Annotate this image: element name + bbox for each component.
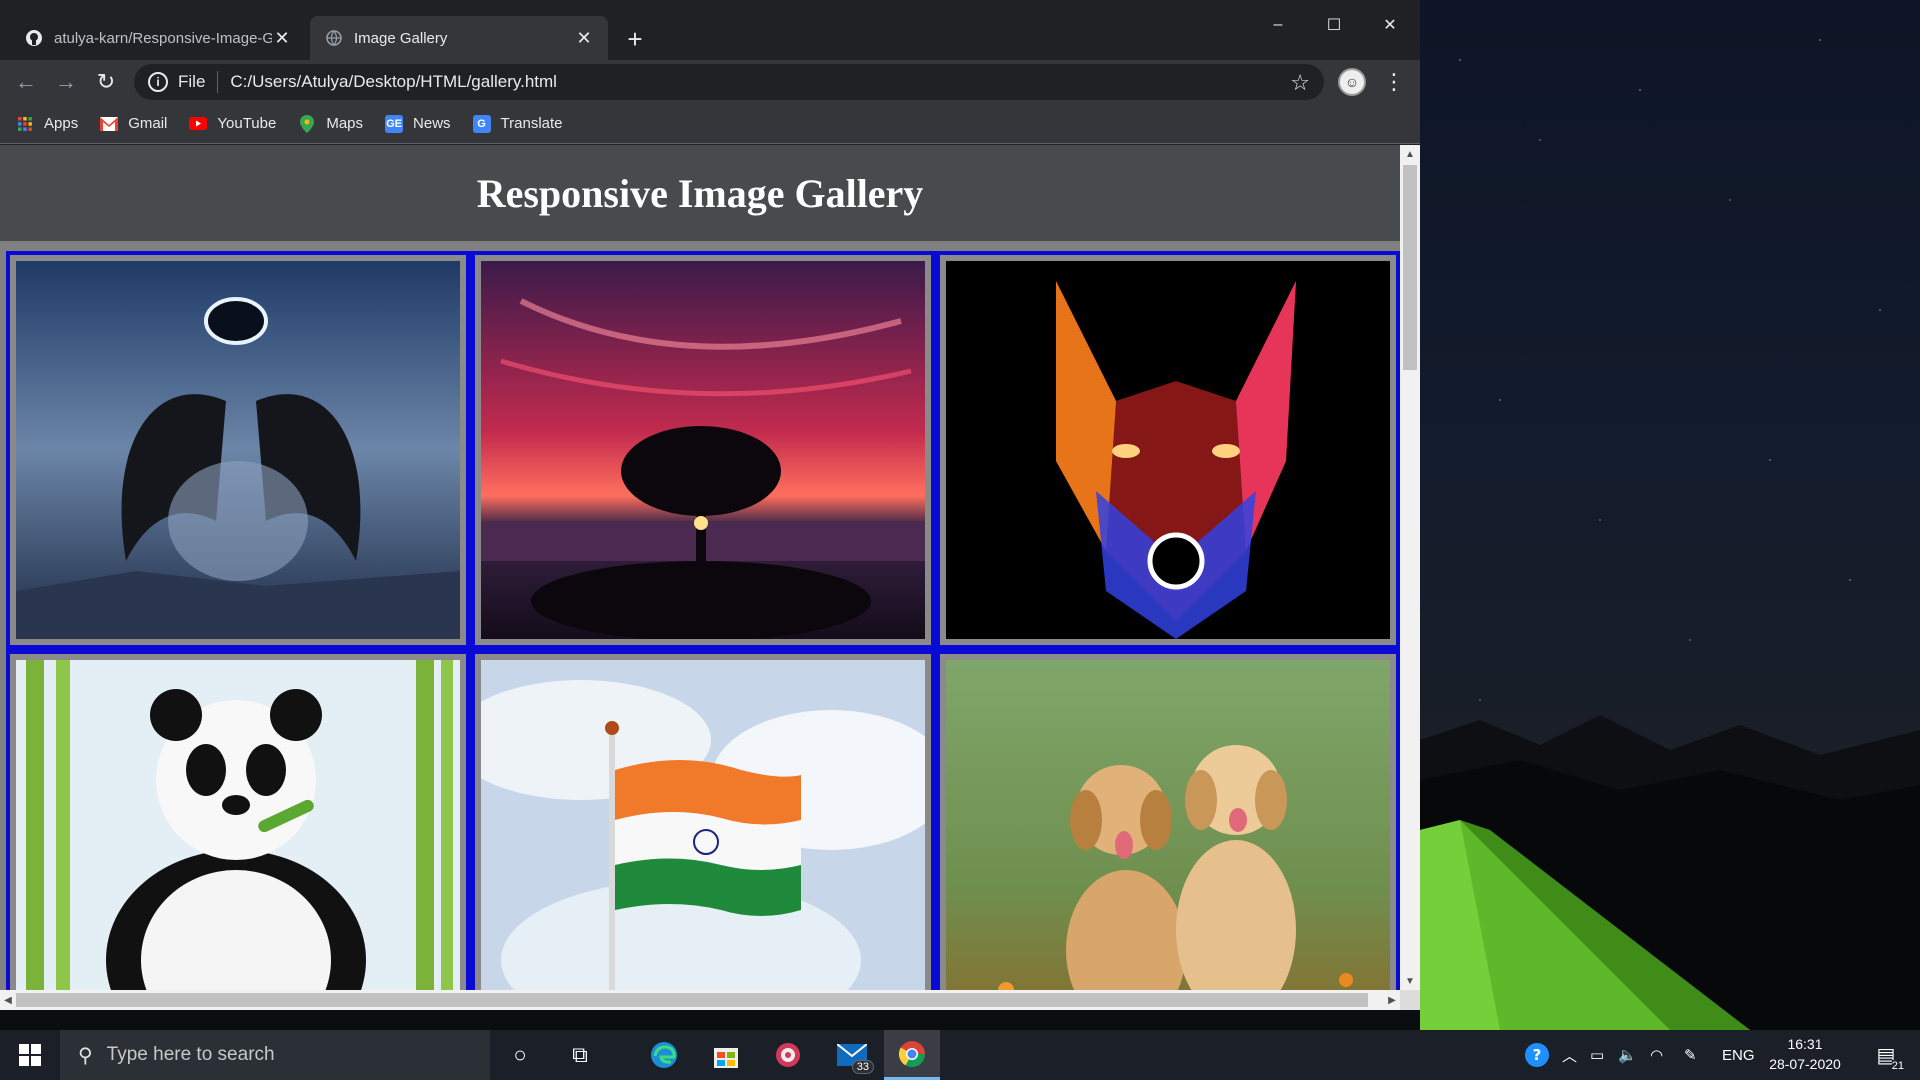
horizontal-scrollbar[interactable]: ◀ ▶ bbox=[0, 990, 1400, 1010]
gallery-item[interactable] bbox=[10, 654, 466, 1010]
tab-title: atulya-karn/Responsive-Image-G bbox=[54, 29, 272, 47]
gmail-icon bbox=[100, 115, 119, 133]
menu-kebab-icon[interactable]: ⋮ bbox=[1380, 66, 1408, 98]
flag-image bbox=[481, 660, 925, 1010]
bookmark-label: Translate bbox=[500, 115, 563, 132]
edge-icon[interactable] bbox=[636, 1030, 692, 1080]
clock-time: 16:31 bbox=[1787, 1036, 1823, 1052]
apps-grid-icon bbox=[16, 115, 34, 133]
mail-badge: 33 bbox=[851, 1060, 874, 1074]
starfield bbox=[1420, 0, 1920, 800]
bookmark-label: Maps bbox=[326, 115, 364, 132]
bookmark-apps[interactable]: Apps bbox=[16, 115, 78, 133]
chrome-icon[interactable] bbox=[884, 1030, 940, 1080]
bookmark-maps[interactable]: Maps bbox=[298, 114, 364, 133]
youtube-icon bbox=[189, 115, 208, 133]
svg-text:?: ? bbox=[1533, 1046, 1542, 1064]
scroll-thumb[interactable] bbox=[16, 993, 1368, 1007]
clock-date: 28-07-2020 bbox=[1769, 1056, 1841, 1072]
translate-icon: G bbox=[472, 114, 491, 133]
separator bbox=[217, 71, 219, 93]
profile-avatar[interactable]: ☺ bbox=[1338, 68, 1366, 96]
panda-image bbox=[16, 660, 460, 1010]
url-text[interactable]: C:/Users/Atulya/Desktop/HTML/gallery.htm… bbox=[230, 72, 557, 92]
mail-icon[interactable]: 33 bbox=[824, 1030, 880, 1080]
gallery-item[interactable] bbox=[940, 255, 1396, 645]
bookmark-label: Gmail bbox=[128, 115, 168, 132]
chevron-up-icon[interactable]: ︿ bbox=[1562, 1030, 1577, 1080]
search-placeholder: Type here to search bbox=[106, 1044, 275, 1065]
page-viewport: Responsive Image Gallery bbox=[0, 145, 1420, 1010]
news-icon: GE bbox=[385, 114, 404, 133]
bookmarks-bar: Apps Gmail YouTube Maps GE News G Transl… bbox=[0, 104, 1420, 144]
maximize-button[interactable]: ☐ bbox=[1306, 8, 1362, 42]
bookmark-label: YouTube bbox=[217, 115, 277, 132]
notification-count: 21 bbox=[1891, 1060, 1904, 1072]
volume-icon[interactable]: 🔈 bbox=[1618, 1030, 1637, 1080]
help-icon[interactable]: ? bbox=[1524, 1030, 1550, 1080]
bookmark-gmail[interactable]: Gmail bbox=[100, 115, 167, 133]
task-view-icon[interactable]: ⧉ bbox=[552, 1030, 608, 1080]
browser-toolbar: ← → ↻ i File C:/Users/Atulya/Desktop/HTM… bbox=[0, 60, 1420, 104]
github-icon bbox=[24, 28, 44, 48]
maps-icon bbox=[298, 114, 316, 133]
search-icon: ⚲ bbox=[78, 1044, 93, 1067]
vertical-scrollbar[interactable]: ▲ ▼ bbox=[1400, 145, 1420, 990]
taskbar-search[interactable]: ⚲ Type here to search bbox=[60, 1030, 490, 1080]
page-title: Responsive Image Gallery bbox=[476, 170, 924, 216]
wifi-icon[interactable]: ◠ bbox=[1650, 1030, 1663, 1080]
tree-sunset-image bbox=[481, 261, 925, 639]
forward-arrow-icon[interactable]: → bbox=[50, 66, 82, 98]
notifications-icon[interactable]: ▤ 21 bbox=[1866, 1038, 1906, 1072]
language-indicator[interactable]: ENG bbox=[1722, 1030, 1755, 1080]
scroll-up-icon[interactable]: ▲ bbox=[1400, 147, 1420, 161]
gallery-item[interactable] bbox=[475, 654, 931, 1010]
start-button[interactable] bbox=[0, 1030, 60, 1080]
scroll-left-icon[interactable]: ◀ bbox=[0, 990, 16, 1010]
back-arrow-icon[interactable]: ← bbox=[10, 66, 42, 98]
reload-icon[interactable]: ↻ bbox=[90, 66, 122, 98]
close-icon[interactable]: ✕ bbox=[574, 28, 594, 48]
close-window-button[interactable]: ✕ bbox=[1362, 8, 1418, 42]
tab-strip: atulya-karn/Responsive-Image-G ✕ Image G… bbox=[0, 0, 1420, 60]
tab-image-gallery[interactable]: Image Gallery ✕ bbox=[310, 16, 608, 60]
globe-icon bbox=[324, 28, 344, 48]
bookmark-label: Apps bbox=[44, 115, 79, 132]
scrollbar-corner bbox=[1400, 990, 1420, 1010]
bookmark-news[interactable]: GE News bbox=[385, 114, 451, 133]
minimize-button[interactable]: – bbox=[1250, 8, 1306, 42]
address-bar[interactable]: i File C:/Users/Atulya/Desktop/HTML/gall… bbox=[134, 64, 1324, 100]
gallery-item[interactable] bbox=[10, 255, 466, 645]
scroll-right-icon[interactable]: ▶ bbox=[1384, 990, 1400, 1010]
store-icon[interactable] bbox=[698, 1030, 754, 1080]
bookmark-translate[interactable]: G Translate bbox=[472, 114, 563, 133]
battery-icon[interactable]: ▭ bbox=[1590, 1030, 1604, 1080]
angel-image bbox=[16, 261, 460, 639]
bookmark-label: News bbox=[413, 115, 451, 132]
bookmark-youtube[interactable]: YouTube bbox=[189, 115, 276, 133]
url-scheme: File bbox=[178, 72, 206, 91]
windows-taskbar: ⚲ Type here to search ○ ⧉ 33 ? ︿ ▭ 🔈 ◠ ✎… bbox=[0, 1030, 1920, 1080]
tent-image bbox=[1420, 820, 1750, 1030]
windows-logo-icon bbox=[19, 1044, 41, 1066]
gallery-item[interactable] bbox=[475, 255, 931, 645]
info-icon[interactable]: i bbox=[148, 72, 168, 92]
pen-icon[interactable]: ✎ bbox=[1684, 1030, 1697, 1080]
scroll-thumb[interactable] bbox=[1403, 165, 1417, 370]
new-tab-button[interactable]: + bbox=[620, 24, 650, 54]
media-player-icon[interactable] bbox=[760, 1030, 816, 1080]
puppies-image bbox=[946, 660, 1390, 1010]
wolf-image bbox=[946, 261, 1390, 639]
image-gallery bbox=[6, 251, 1400, 1010]
cortana-icon[interactable]: ○ bbox=[492, 1030, 548, 1080]
tab-title: Image Gallery bbox=[354, 29, 448, 47]
gallery-item[interactable] bbox=[940, 654, 1396, 1010]
clock[interactable]: 16:31 28-07-2020 bbox=[1760, 1034, 1850, 1078]
close-icon[interactable]: ✕ bbox=[272, 28, 292, 48]
bookmark-star-icon[interactable]: ☆ bbox=[1290, 70, 1310, 96]
page-header: Responsive Image Gallery bbox=[0, 145, 1400, 241]
scroll-down-icon[interactable]: ▼ bbox=[1400, 974, 1420, 988]
chrome-window: atulya-karn/Responsive-Image-G ✕ Image G… bbox=[0, 0, 1420, 1010]
tab-github[interactable]: atulya-karn/Responsive-Image-G ✕ bbox=[10, 16, 306, 60]
